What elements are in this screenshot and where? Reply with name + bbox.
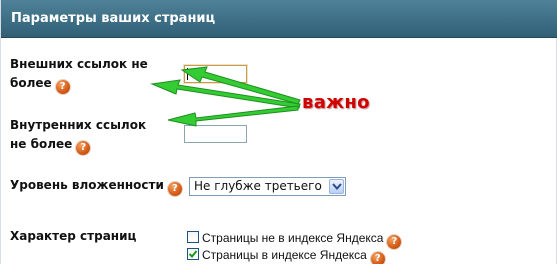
option-not-indexed[interactable]: Страницы не в индексе Яндекса? (187, 227, 402, 249)
help-icon[interactable]: ? (387, 235, 402, 249)
internal-links-input[interactable] (184, 125, 247, 143)
external-links-label-text: Внешних ссылок не более (10, 57, 148, 90)
option-indexed-label: Страницы в индексе Яндекса (202, 248, 367, 262)
panel-header: Параметры ваших страниц (1, 0, 557, 38)
page-type-label-text: Характер страниц (10, 229, 137, 243)
option-indexed[interactable]: Страницы в индексе Яндекса? (187, 244, 385, 264)
external-links-label: Внешних ссылок не более? (10, 55, 160, 94)
external-links-input[interactable] (184, 65, 247, 83)
nesting-level-label-text: Уровень вложенности (10, 178, 164, 192)
chevron-down-icon[interactable] (329, 179, 344, 194)
nesting-level-selected-value: Не глубже третьего (194, 179, 322, 193)
nesting-level-select[interactable]: Не глубже третьего (189, 177, 346, 196)
page-parameters-panel: Параметры ваших страниц Внешних ссылок н… (0, 0, 557, 264)
internal-links-label: Внутренних ссылок не более? (10, 116, 160, 155)
help-icon[interactable]: ? (55, 80, 70, 94)
option-not-indexed-label: Страницы не в индексе Яндекса (202, 231, 384, 245)
checkmark-icon (188, 250, 198, 258)
annotation-important-text: важно (302, 92, 370, 113)
help-icon[interactable]: ? (76, 141, 91, 155)
checkbox-indexed[interactable] (187, 248, 199, 260)
nesting-level-label: Уровень вложенности? (10, 176, 182, 196)
help-icon[interactable]: ? (370, 252, 385, 264)
page-type-label: Характер страниц (10, 227, 136, 246)
checkbox-not-indexed[interactable] (187, 231, 199, 243)
panel-title: Параметры ваших страниц (11, 11, 216, 26)
help-icon[interactable]: ? (167, 182, 182, 196)
text-caret (187, 68, 188, 80)
